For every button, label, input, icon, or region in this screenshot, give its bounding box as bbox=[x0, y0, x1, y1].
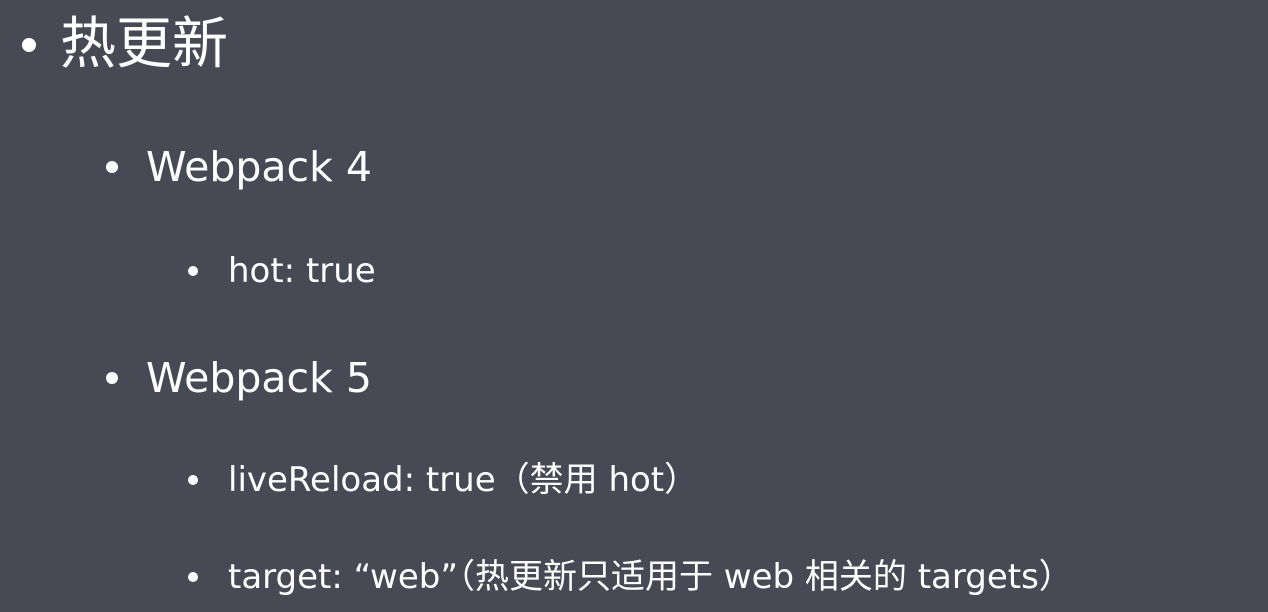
bullet-icon bbox=[188, 266, 198, 276]
list-item-webpack5: Webpack 5 bbox=[0, 353, 372, 403]
slide: 热更新 Webpack 4 hot: true Webpack 5 liveRe… bbox=[0, 0, 1268, 612]
heading-text: 热更新 bbox=[60, 12, 228, 77]
list-item-text: target: “web”（热更新只适用于 web 相关的 targets） bbox=[228, 557, 1073, 597]
bullet-icon bbox=[188, 572, 198, 582]
list-item-text: hot: true bbox=[228, 251, 376, 291]
bullet-icon bbox=[106, 372, 118, 384]
bullet-icon bbox=[188, 475, 198, 485]
bullet-icon bbox=[106, 161, 118, 173]
list-item-webpack4: Webpack 4 bbox=[0, 142, 372, 192]
list-item-text: Webpack 5 bbox=[146, 353, 372, 402]
list-item-text: Webpack 4 bbox=[146, 142, 372, 191]
bullet-icon bbox=[22, 38, 36, 52]
list-item-hot: hot: true bbox=[0, 250, 376, 292]
list-item-livereload: liveReload: true（禁用 hot） bbox=[0, 459, 698, 501]
list-item-target: target: “web”（热更新只适用于 web 相关的 targets） bbox=[0, 556, 1073, 598]
slide-heading: 热更新 bbox=[0, 15, 228, 75]
list-item-text: liveReload: true（禁用 hot） bbox=[228, 460, 699, 500]
